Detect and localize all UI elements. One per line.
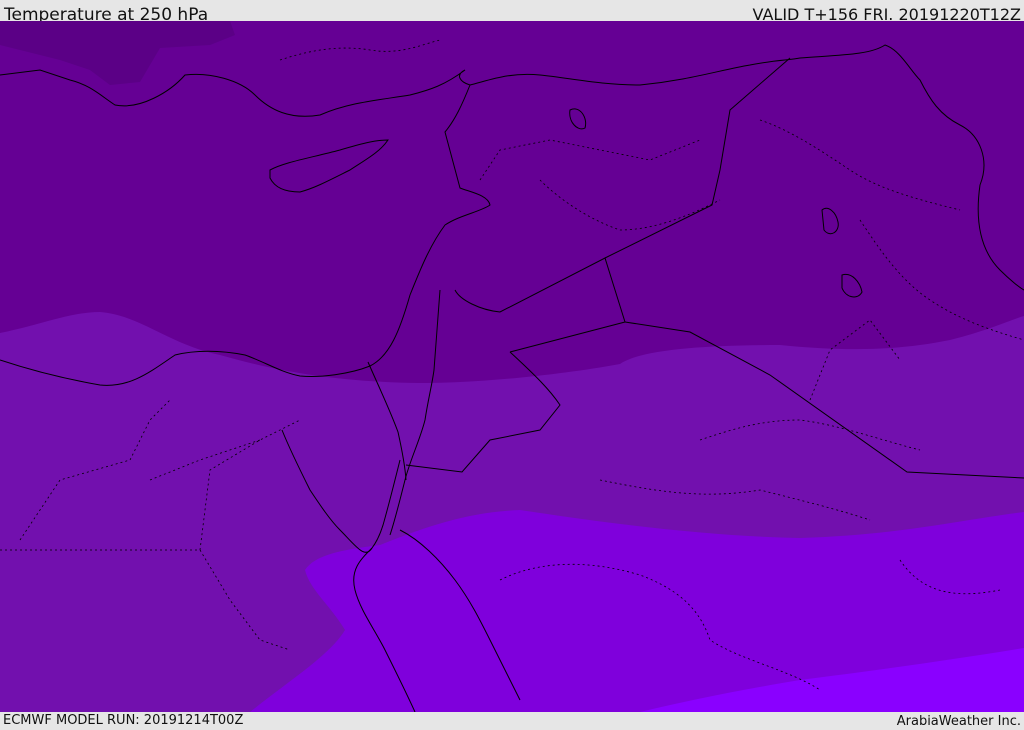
header-bar: Temperature at 250 hPa VALID T+156 FRI. …	[0, 0, 1024, 25]
temperature-map[interactable]	[0, 21, 1024, 712]
credit-label: ArabiaWeather Inc.	[896, 714, 1021, 729]
footer-bar: ECMWF MODEL RUN: 20191214T00Z ArabiaWeat…	[0, 712, 1024, 729]
model-run: ECMWF MODEL RUN: 20191214T00Z	[3, 713, 244, 728]
